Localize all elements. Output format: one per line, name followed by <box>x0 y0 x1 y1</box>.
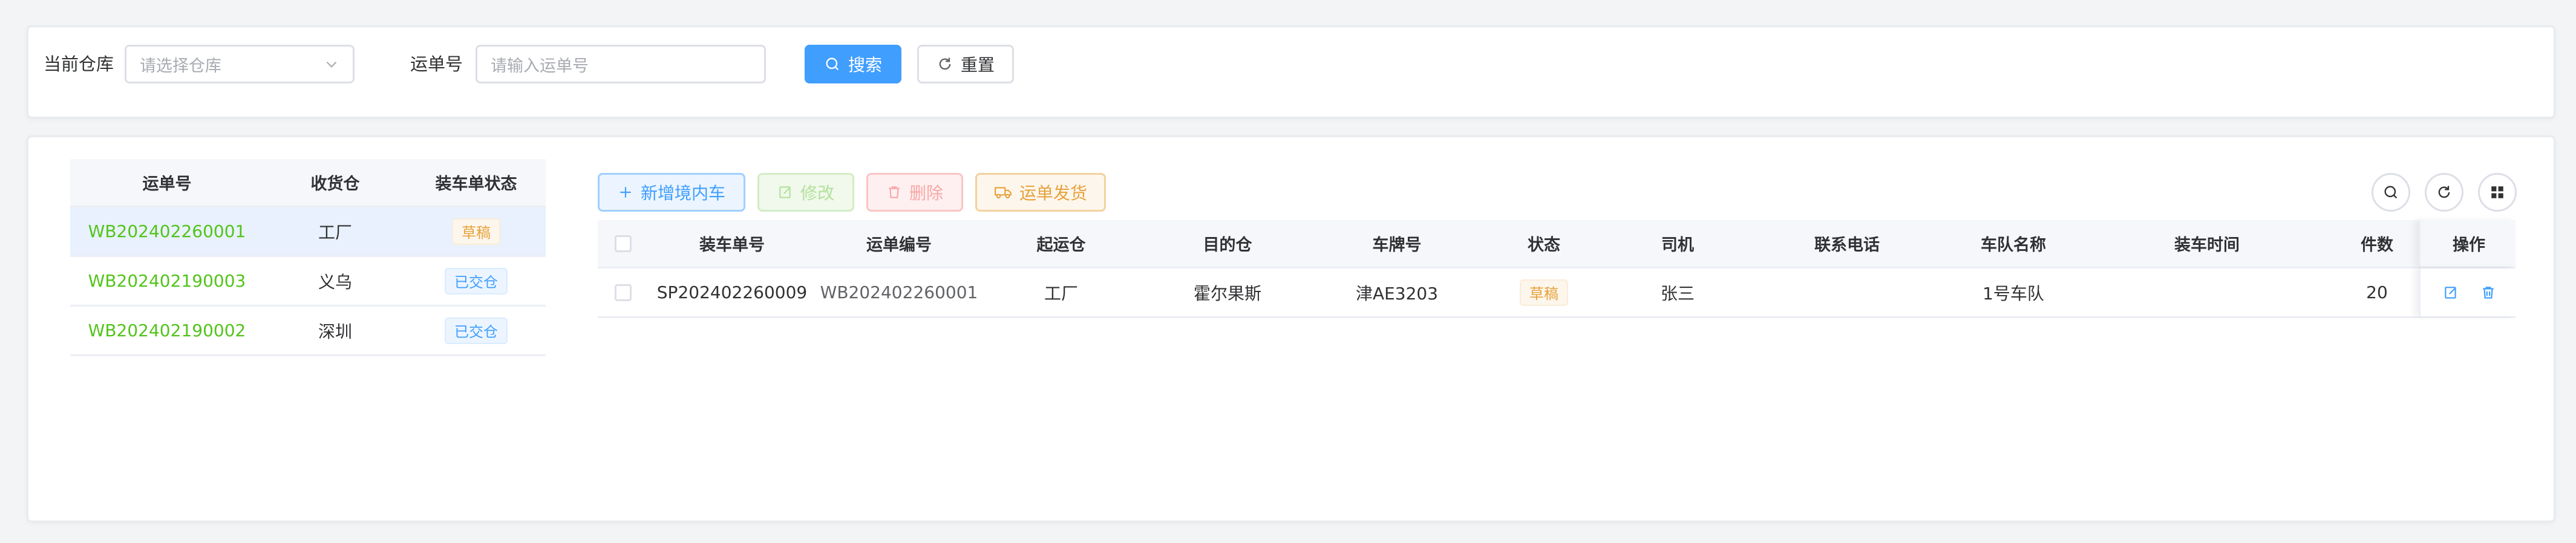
column-settings-button[interactable] <box>2478 173 2517 212</box>
row-delete-button[interactable] <box>2470 268 2506 316</box>
header-count: 件数 <box>2361 236 2393 255</box>
destination-warehouse: 霍尔果斯 <box>1193 283 1261 304</box>
waybill-table: 运单号 收货仓 装车单状态 WB202402260001 工厂 草稿 WB202… <box>70 159 546 356</box>
search-icon <box>824 56 841 73</box>
header-fleet: 车队名称 <box>1981 236 2046 255</box>
search-icon <box>2382 184 2399 201</box>
edit-button-label: 修改 <box>800 183 834 203</box>
status-cell: 草稿 <box>1479 268 1609 316</box>
status-cell: 已交仓 <box>407 307 546 354</box>
waybill-no: WB202402260001 <box>820 282 978 302</box>
toggle-search-button[interactable] <box>2372 173 2410 212</box>
refresh-button[interactable] <box>2425 173 2463 212</box>
waybill-no[interactable]: WB202402190003 <box>70 257 264 305</box>
status-badge: 已交仓 <box>445 267 508 294</box>
table-row[interactable]: SP202402260009 WB202402260001 工厂 霍尔果斯 津A… <box>598 268 2516 318</box>
ship-waybill-button[interactable]: 运单发货 <box>975 173 1106 212</box>
waybill-table-header: 运单号 收货仓 装车单状态 <box>70 159 546 207</box>
plate-no: 津AE3203 <box>1355 283 1439 304</box>
status-badge: 已交仓 <box>445 317 508 344</box>
driver-name: 张三 <box>1660 283 1695 304</box>
add-domestic-vehicle-button[interactable]: 新增境内车 <box>598 173 745 212</box>
header-phone: 联系电话 <box>1814 236 1880 255</box>
contact-phone <box>1746 268 1948 316</box>
add-button-label: 新增境内车 <box>640 183 725 203</box>
grid-icon <box>2489 184 2505 200</box>
waybill-no[interactable]: WB202402260001 <box>70 207 264 255</box>
waybill-input-placeholder: 请输入运单号 <box>491 56 589 76</box>
origin-warehouse: 工厂 <box>1044 283 1078 304</box>
header-waybill-no: 运单编号 <box>866 236 932 255</box>
edit-icon <box>2443 285 2459 301</box>
load-time <box>2079 268 2335 316</box>
loading-table: 装车单号 运单编号 起运仓 目的仓 车牌号 状态 司机 联系电话 车队名称 装车… <box>598 220 2516 318</box>
plus-icon <box>618 184 633 200</box>
warehouse-label: 当前仓库 <box>44 54 114 74</box>
operations-cell <box>2419 268 2516 316</box>
header-load-time: 装车时间 <box>2174 236 2240 255</box>
ship-button-label: 运单发货 <box>1019 183 1087 203</box>
header-destination: 目的仓 <box>1203 236 1252 255</box>
header-operations: 操作 <box>2453 236 2485 255</box>
warehouse-select[interactable]: 请选择仓库 <box>125 45 355 83</box>
search-button[interactable]: 搜索 <box>805 45 901 83</box>
piece-count: 20 <box>2366 282 2388 302</box>
trash-icon <box>886 184 902 200</box>
waybill-search-input[interactable]: 请输入运单号 <box>476 45 766 83</box>
load-no: SP202402260009 <box>656 282 808 302</box>
waybill-no[interactable]: WB202402190002 <box>70 307 264 354</box>
header-origin: 起运仓 <box>1036 236 1086 255</box>
delete-button-label: 删除 <box>909 183 943 203</box>
trash-icon <box>2480 285 2496 301</box>
row-edit-button[interactable] <box>2433 268 2469 316</box>
header-load-no: 装车单号 <box>699 236 765 255</box>
edit-button[interactable]: 修改 <box>757 173 854 212</box>
reset-button[interactable]: 重置 <box>917 45 1014 83</box>
select-all-cell <box>598 220 649 267</box>
fleet-name: 1号车队 <box>1983 283 2044 304</box>
row-select-cell <box>598 268 649 316</box>
search-button-label: 搜索 <box>848 55 882 75</box>
status-cell: 草稿 <box>407 207 546 255</box>
waybill-row[interactable]: WB202402190002 深圳 已交仓 <box>70 307 546 356</box>
header-loading-status: 装车单状态 <box>435 175 517 193</box>
reset-button-label: 重置 <box>960 55 995 75</box>
header-plate: 车牌号 <box>1372 236 1422 255</box>
receiving-warehouse: 深圳 <box>318 321 352 342</box>
warehouse-select-placeholder: 请选择仓库 <box>140 56 221 76</box>
status-cell: 已交仓 <box>407 257 546 305</box>
refresh-icon <box>2436 184 2453 201</box>
search-panel <box>27 25 2555 119</box>
refresh-icon <box>937 56 953 73</box>
header-driver: 司机 <box>1661 236 1694 255</box>
receiving-warehouse: 工厂 <box>318 222 352 242</box>
header-receiving-warehouse: 收货仓 <box>310 175 360 193</box>
waybill-row[interactable]: WB202402190003 义乌 已交仓 <box>70 257 546 307</box>
status-badge: 草稿 <box>1520 279 1568 306</box>
loading-table-header: 装车单号 运单编号 起运仓 目的仓 车牌号 状态 司机 联系电话 车队名称 装车… <box>598 220 2516 268</box>
truck-icon <box>994 184 1012 200</box>
edit-icon <box>777 184 793 200</box>
chevron-down-icon <box>324 56 339 72</box>
operations-header-col: 操作 <box>2419 220 2516 267</box>
select-all-checkbox[interactable] <box>615 235 632 252</box>
waybill-row[interactable]: WB202402260001 工厂 草稿 <box>70 207 546 257</box>
status-badge: 草稿 <box>452 218 500 245</box>
row-checkbox[interactable] <box>615 284 632 301</box>
header-waybill-no: 运单号 <box>142 175 192 193</box>
waybill-label: 运单号 <box>410 54 463 74</box>
delete-button[interactable]: 删除 <box>866 173 963 212</box>
header-status: 状态 <box>1528 236 1560 255</box>
receiving-warehouse: 义乌 <box>318 272 352 292</box>
